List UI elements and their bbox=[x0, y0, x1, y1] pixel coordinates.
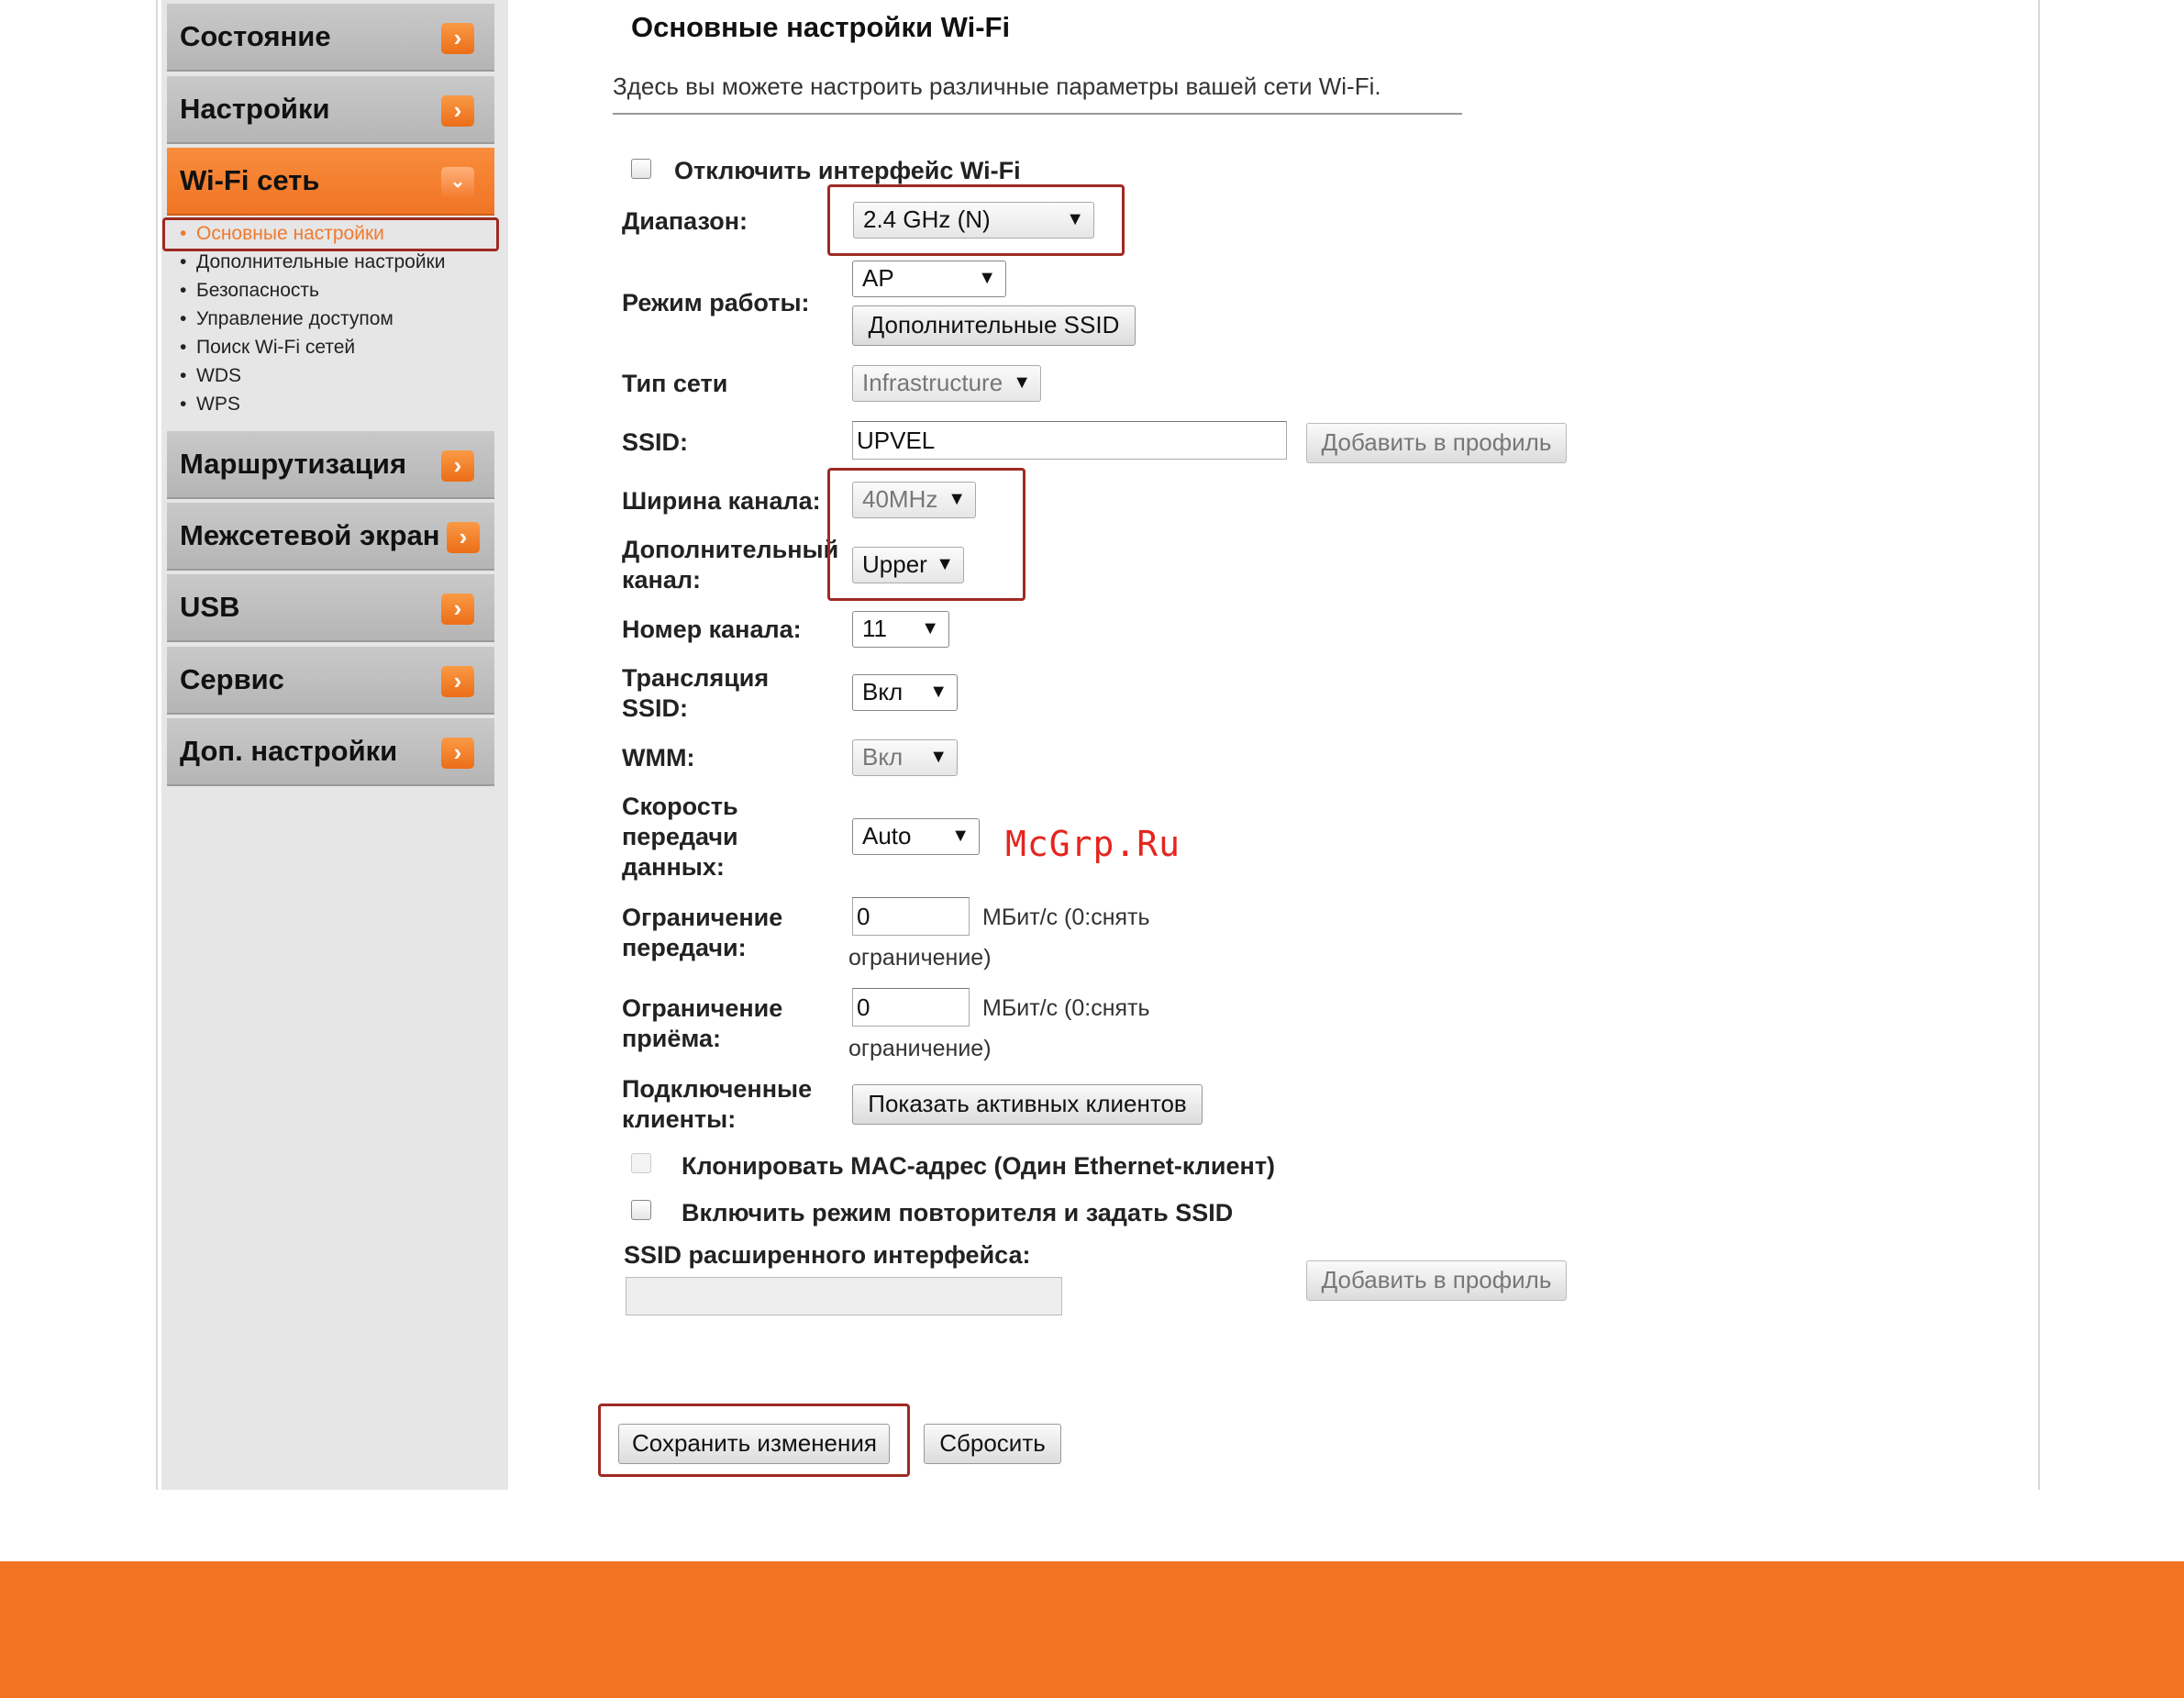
clients-label: Подключенные клиенты: bbox=[622, 1075, 813, 1133]
ssid-broadcast-select[interactable]: Вкл ▼ bbox=[852, 674, 958, 711]
chevron-right-icon: › bbox=[441, 738, 474, 769]
menu-label: Доп. настройки bbox=[180, 735, 398, 767]
ssid-label: SSID: bbox=[622, 428, 689, 456]
channel-number-label: Номер канала: bbox=[622, 616, 802, 643]
extra-channel-label: Дополнительный канал: bbox=[622, 536, 839, 594]
ssid-broadcast-value: Вкл bbox=[862, 678, 904, 705]
channel-width-label: Ширина канала: bbox=[622, 487, 821, 515]
ssid-broadcast-label: Трансляция SSID: bbox=[622, 664, 770, 722]
menu-item-routing[interactable]: Маршрутизация › bbox=[167, 431, 494, 499]
triangle-down-icon: ▼ bbox=[951, 826, 970, 846]
mode-value: AP bbox=[862, 264, 894, 292]
menu-label: Настройки bbox=[180, 93, 330, 125]
band-label: Диапазон: bbox=[622, 207, 748, 235]
submenu-item-security[interactable]: • Безопасность bbox=[171, 277, 445, 305]
data-rate-select[interactable]: Auto ▼ bbox=[852, 818, 980, 855]
menu-label: Межсетевой экран bbox=[180, 519, 440, 551]
menu-item-status[interactable]: Состояние › bbox=[167, 4, 494, 72]
ext-ssid-label: SSID расширенного интерфейса: bbox=[624, 1241, 1031, 1269]
chevron-right-icon: › bbox=[441, 594, 474, 625]
chevron-right-icon: › bbox=[441, 23, 474, 54]
extra-ssid-button[interactable]: Дополнительные SSID bbox=[852, 305, 1136, 346]
menu-label: USB bbox=[180, 591, 240, 623]
wmm-value: Вкл bbox=[862, 743, 904, 771]
mode-label: Режим работы: bbox=[622, 289, 810, 316]
submenu-item-advanced[interactable]: • Дополнительные настройки bbox=[171, 249, 445, 277]
network-type-label: Тип сети bbox=[622, 370, 728, 397]
chevron-right-icon: › bbox=[441, 666, 474, 697]
highlight-save bbox=[598, 1404, 910, 1477]
tx-limit-unit: МБит/с (0:снять bbox=[982, 904, 1150, 930]
channel-number-value: 11 bbox=[862, 615, 887, 642]
channel-number-select[interactable]: 11 ▼ bbox=[852, 611, 949, 648]
rx-limit-unit-note: ограничение) bbox=[848, 1036, 992, 1061]
submenu-item-access-control[interactable]: • Управление доступом bbox=[171, 305, 445, 334]
ext-ssid-input[interactable] bbox=[626, 1277, 1062, 1315]
menu-label: Сервис bbox=[180, 663, 284, 695]
menu-label: Состояние bbox=[180, 20, 331, 52]
page-title: Основные настройки Wi-Fi bbox=[631, 11, 1011, 43]
highlight-channel bbox=[827, 468, 1025, 601]
menu-label: Маршрутизация bbox=[180, 448, 407, 480]
rx-limit-input[interactable] bbox=[852, 988, 970, 1027]
menu-item-extra-settings[interactable]: Доп. настройки › bbox=[167, 718, 494, 786]
tx-limit-unit-note: ограничение) bbox=[848, 945, 992, 971]
page-description: Здесь вы можете настроить различные пара… bbox=[613, 72, 1381, 100]
clone-mac-checkbox[interactable] bbox=[631, 1153, 651, 1173]
footer-bar bbox=[0, 1561, 2184, 1698]
ssid-add-profile-button[interactable]: Добавить в профиль bbox=[1306, 423, 1567, 463]
rx-limit-unit: МБит/с (0:снять bbox=[982, 995, 1150, 1021]
menu-item-firewall[interactable]: Межсетевой экран › bbox=[167, 503, 494, 571]
tx-limit-label: Ограничение передачи: bbox=[622, 904, 783, 961]
wmm-select[interactable]: Вкл ▼ bbox=[852, 739, 958, 776]
repeater-label: Включить режим повторителя и задать SSID bbox=[682, 1199, 1234, 1226]
chevron-down-icon: ⌄ bbox=[441, 167, 474, 198]
tx-limit-input[interactable] bbox=[852, 897, 970, 936]
mode-select[interactable]: AP ▼ bbox=[852, 261, 1006, 297]
network-type-select[interactable]: Infrastructure ▼ bbox=[852, 365, 1041, 402]
triangle-down-icon: ▼ bbox=[929, 682, 948, 702]
watermark: McGrp.Ru bbox=[1005, 824, 1181, 864]
triangle-down-icon: ▼ bbox=[921, 618, 939, 638]
menu-label: Wi-Fi сеть bbox=[180, 164, 320, 196]
repeater-checkbox[interactable] bbox=[631, 1200, 651, 1220]
data-rate-value: Auto bbox=[862, 822, 912, 849]
ext-ssid-add-profile-button[interactable]: Добавить в профиль bbox=[1306, 1260, 1567, 1301]
menu-item-wifi[interactable]: Wi-Fi сеть ⌄ bbox=[167, 148, 494, 216]
highlight-band bbox=[827, 184, 1125, 256]
menu-item-usb[interactable]: USB › bbox=[167, 574, 494, 642]
network-type-value: Infrastructure bbox=[862, 369, 1003, 396]
triangle-down-icon: ▼ bbox=[1013, 372, 1031, 393]
ssid-input[interactable] bbox=[852, 421, 1287, 460]
menu-item-service[interactable]: Сервис › bbox=[167, 647, 494, 715]
rx-limit-label: Ограничение приёма: bbox=[622, 994, 783, 1052]
data-rate-label: Скорость передачи данных: bbox=[622, 793, 738, 881]
chevron-right-icon: › bbox=[441, 450, 474, 482]
submenu-item-wds[interactable]: • WDS bbox=[171, 362, 445, 391]
submenu-item-wps[interactable]: • WPS bbox=[171, 391, 445, 419]
clone-mac-label: Клонировать MAC-адрес (Один Ethernet-кли… bbox=[682, 1152, 1276, 1180]
reset-button[interactable]: Сбросить bbox=[924, 1424, 1061, 1464]
submenu-item-site-survey[interactable]: • Поиск Wi-Fi сетей bbox=[171, 334, 445, 362]
menu-item-settings[interactable]: Настройки › bbox=[167, 76, 494, 144]
divider bbox=[613, 113, 1462, 115]
wmm-label: WMM: bbox=[622, 744, 695, 771]
chevron-right-icon: › bbox=[441, 95, 474, 127]
show-clients-button[interactable]: Показать активных клиентов bbox=[852, 1084, 1203, 1125]
triangle-down-icon: ▼ bbox=[929, 747, 948, 767]
triangle-down-icon: ▼ bbox=[978, 268, 996, 288]
disable-wifi-label: Отключить интерфейс Wi-Fi bbox=[674, 157, 1021, 184]
chevron-right-icon: › bbox=[447, 522, 480, 553]
highlight-submenu bbox=[162, 217, 499, 251]
disable-wifi-checkbox[interactable] bbox=[631, 159, 651, 179]
